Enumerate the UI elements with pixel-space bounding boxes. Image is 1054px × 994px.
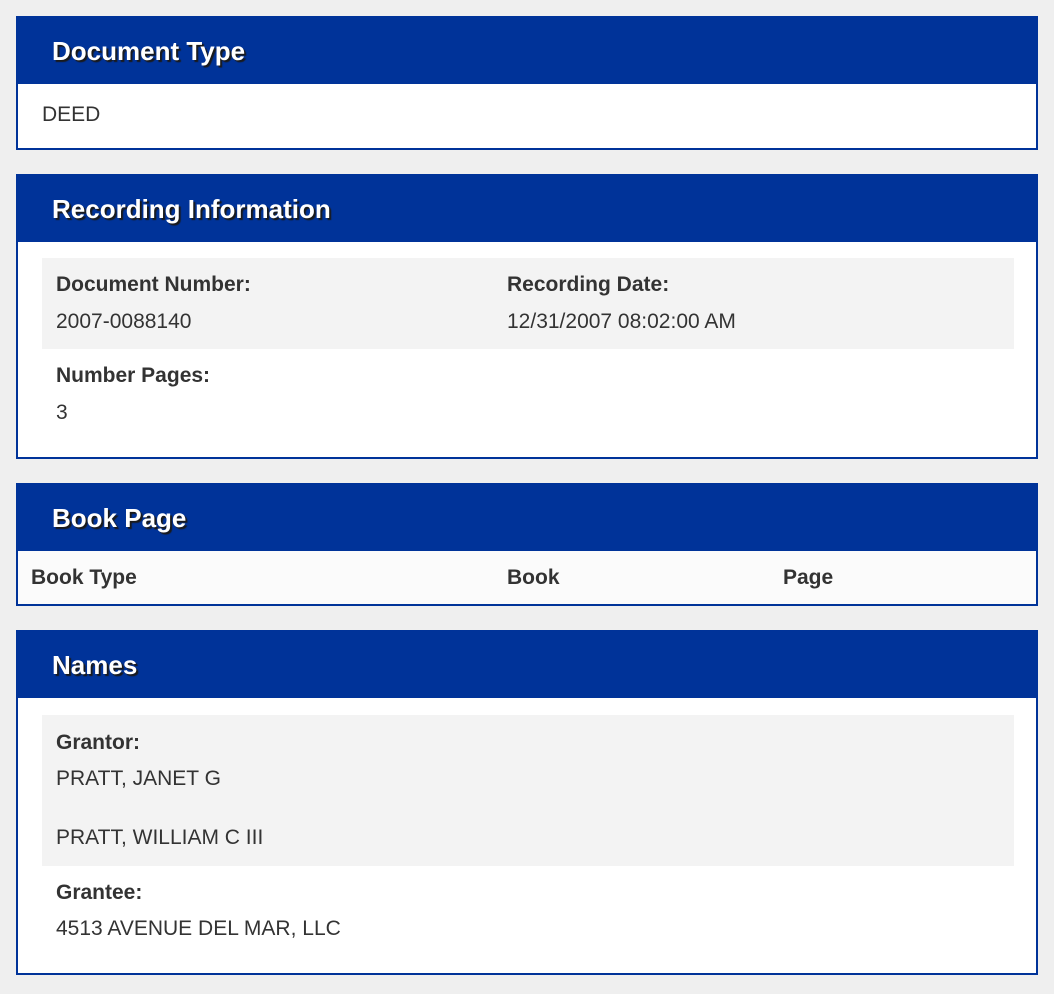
document-type-value: DEED bbox=[42, 103, 101, 126]
document-number-label: Document Number: bbox=[56, 273, 251, 296]
grantee-name: 4513 AVENUE DEL MAR, LLC bbox=[56, 917, 341, 940]
recording-information-header: Recording Information bbox=[18, 176, 1036, 242]
names-header: Names bbox=[18, 632, 1036, 698]
grantee-section: Grantee: 4513 AVENUE DEL MAR, LLC bbox=[42, 866, 1014, 956]
book-page-panel: Book Page Book Type Book Page bbox=[16, 483, 1038, 606]
names-panel: Names Grantor: PRATT, JANET G PRATT, WIL… bbox=[16, 630, 1038, 975]
column-header-book-type: Book Type bbox=[31, 566, 137, 589]
recording-row-2: Number Pages: 3 bbox=[42, 349, 1014, 439]
recording-information-title: Recording Information bbox=[52, 193, 331, 224]
grantor-section: Grantor: PRATT, JANET G PRATT, WILLIAM C… bbox=[42, 715, 1014, 866]
recording-row-1: Document Number: 2007-0088140 Recording … bbox=[42, 258, 1014, 349]
document-type-title: Document Type bbox=[52, 35, 246, 66]
grantee-label: Grantee: bbox=[56, 881, 143, 904]
document-detail-page: Document Type DEED Recording Information… bbox=[0, 0, 1054, 994]
book-page-table-header: Book Type Book Page bbox=[18, 551, 1036, 604]
column-header-page: Page bbox=[783, 566, 834, 589]
book-page-header: Book Page bbox=[18, 485, 1036, 551]
book-page-title: Book Page bbox=[52, 502, 187, 533]
recording-information-panel: Recording Information Document Number: 2… bbox=[16, 174, 1038, 459]
document-type-body: DEED bbox=[18, 84, 1036, 128]
grantor-name: PRATT, WILLIAM C III bbox=[56, 826, 264, 849]
number-pages-label: Number Pages: bbox=[56, 364, 211, 387]
recording-date-label: Recording Date: bbox=[507, 273, 670, 296]
names-title: Names bbox=[52, 649, 138, 680]
column-header-book: Book bbox=[507, 566, 560, 589]
grantor-label: Grantor: bbox=[56, 731, 140, 754]
grantor-name: PRATT, JANET G bbox=[56, 767, 221, 790]
document-number-value: 2007-0088140 bbox=[56, 310, 192, 333]
recording-date-value: 12/31/2007 08:02:00 AM bbox=[507, 310, 736, 333]
document-type-panel: Document Type DEED bbox=[16, 16, 1038, 150]
number-pages-value: 3 bbox=[56, 401, 68, 424]
document-type-header: Document Type bbox=[18, 18, 1036, 84]
